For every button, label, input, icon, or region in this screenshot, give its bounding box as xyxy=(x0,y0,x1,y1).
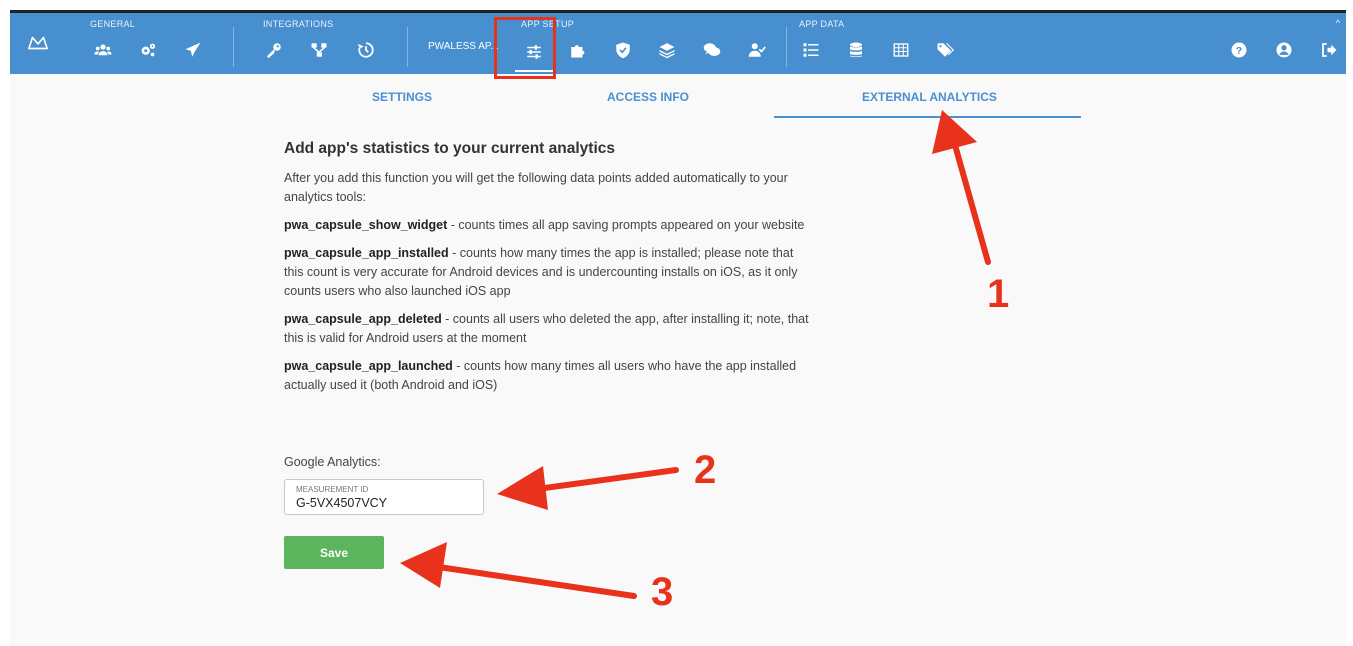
top-navigation-bar: GENERAL INTEGRATIONS PWALESS AP... APP S… xyxy=(10,10,1346,74)
network-icon[interactable] xyxy=(307,38,331,62)
google-analytics-label: Google Analytics: xyxy=(284,455,381,469)
divider xyxy=(233,27,234,67)
group-label-app-data: APP DATA xyxy=(799,19,845,29)
users-icon[interactable] xyxy=(91,38,115,62)
paper-plane-icon[interactable] xyxy=(181,38,205,62)
group-label-integrations: INTEGRATIONS xyxy=(263,19,334,29)
user-check-icon[interactable] xyxy=(745,38,769,62)
data-point-desc: - counts times all app saving prompts ap… xyxy=(447,218,805,232)
data-point-item: pwa_capsule_app_installed - counts how m… xyxy=(284,244,814,301)
app-name-label[interactable]: PWALESS AP... xyxy=(428,41,499,52)
svg-text:?: ? xyxy=(1236,45,1242,57)
database-icon[interactable] xyxy=(844,38,868,62)
divider xyxy=(407,27,408,67)
page-title: Add app's statistics to your current ana… xyxy=(284,140,615,157)
data-point-key: pwa_capsule_app_deleted xyxy=(284,312,442,326)
measurement-id-input[interactable] xyxy=(296,496,476,510)
data-point-key: pwa_capsule_app_installed xyxy=(284,246,449,260)
step-number-2: 2 xyxy=(694,448,717,492)
puzzle-icon[interactable] xyxy=(566,38,590,62)
step-number-1: 1 xyxy=(987,272,1010,316)
comments-icon[interactable] xyxy=(700,38,724,62)
step-number-3: 3 xyxy=(651,570,674,614)
active-tab-underline xyxy=(774,116,1081,118)
history-icon[interactable] xyxy=(354,38,378,62)
save-button[interactable]: Save xyxy=(284,536,384,569)
group-label-general: GENERAL xyxy=(90,19,136,29)
sign-out-icon[interactable] xyxy=(1317,38,1341,62)
list-icon[interactable] xyxy=(799,38,823,62)
key-icon[interactable] xyxy=(262,38,286,62)
tab-settings[interactable]: SETTINGS xyxy=(372,90,432,104)
layers-icon[interactable] xyxy=(655,38,679,62)
measurement-id-field[interactable]: MEASUREMENT ID xyxy=(284,479,484,515)
tags-icon[interactable] xyxy=(933,38,957,62)
data-point-item: pwa_capsule_show_widget - counts times a… xyxy=(284,216,814,235)
shield-icon[interactable] xyxy=(611,38,635,62)
data-point-item: pwa_capsule_app_deleted - counts all use… xyxy=(284,310,814,348)
tab-external-analytics[interactable]: EXTERNAL ANALYTICS xyxy=(862,90,997,104)
gears-icon[interactable] xyxy=(136,38,160,62)
data-point-key: pwa_capsule_app_launched xyxy=(284,359,453,373)
measurement-id-caption: MEASUREMENT ID xyxy=(296,485,369,494)
analytics-description: Add app's statistics to your current ana… xyxy=(284,140,814,404)
table-icon[interactable] xyxy=(889,38,913,62)
intro-text: After you add this function you will get… xyxy=(284,171,788,204)
tab-access-info[interactable]: ACCESS INFO xyxy=(607,90,689,104)
app-frame: GENERAL INTEGRATIONS PWALESS AP... APP S… xyxy=(10,10,1346,646)
data-point-item: pwa_capsule_app_launched - counts how ma… xyxy=(284,357,814,395)
highlight-box xyxy=(494,17,556,79)
divider xyxy=(786,27,787,67)
data-point-key: pwa_capsule_show_widget xyxy=(284,218,448,232)
collapse-caret-icon[interactable]: ^ xyxy=(1336,18,1340,28)
user-circle-icon[interactable] xyxy=(1272,38,1296,62)
help-icon[interactable]: ? xyxy=(1227,38,1251,62)
logo-icon[interactable] xyxy=(26,31,50,55)
